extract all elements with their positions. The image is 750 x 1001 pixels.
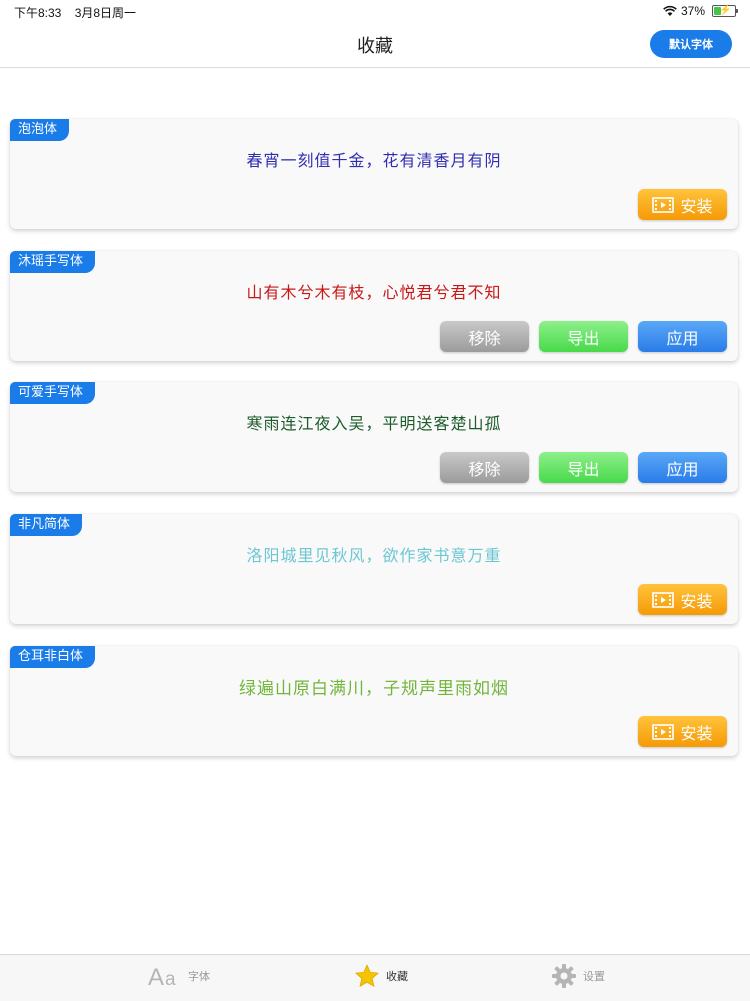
install-button[interactable]: 安装: [638, 584, 727, 615]
export-button[interactable]: 导出: [539, 321, 628, 352]
tab-favorites[interactable]: 收藏: [354, 963, 408, 989]
font-name-tag: 仓耳非白体: [10, 646, 96, 668]
film-icon: [652, 723, 675, 740]
font-card-keai: 可爱手写体 寒雨连江夜入吴，平明送客楚山孤 移除 导出 应用: [10, 382, 738, 492]
battery-icon: ⚡: [712, 5, 738, 17]
tab-bar: A a 字体 收藏 设置: [0, 954, 750, 1001]
page-title: 收藏: [357, 36, 393, 57]
apply-button[interactable]: 应用: [638, 321, 727, 352]
star-icon: [355, 964, 379, 987]
font-sample-text: 山有木兮木有枝，心悦君兮君不知: [246, 283, 502, 302]
wifi-icon: [663, 5, 677, 16]
install-button[interactable]: 安装: [638, 189, 727, 220]
film-icon: [652, 591, 675, 608]
font-sample-text: 春宵一刻值千金，花有清香月有阴: [246, 151, 502, 170]
font-card-paopao: 泡泡体 春宵一刻值千金，花有清香月有阴 安装: [10, 119, 738, 229]
remove-button[interactable]: 移除: [440, 321, 529, 352]
battery-percent: 37%: [680, 4, 705, 18]
gear-icon: [552, 964, 576, 988]
tab-label: 设置: [583, 970, 605, 983]
svg-text:A: A: [148, 964, 164, 989]
install-label: 安装: [680, 198, 713, 216]
film-icon: [652, 196, 675, 213]
font-sample-text: 洛阳城里见秋风，欲作家书意万重: [246, 546, 502, 565]
svg-text:a: a: [165, 969, 176, 989]
tab-fonts[interactable]: A a 字体: [148, 963, 210, 989]
remove-button[interactable]: 移除: [440, 452, 529, 483]
status-time: 下午8:33: [14, 6, 62, 20]
tab-settings[interactable]: 设置: [551, 963, 605, 989]
apply-button[interactable]: 应用: [638, 452, 727, 483]
navigation-bar: 收藏 默认字体: [0, 22, 750, 68]
install-label: 安装: [680, 593, 713, 611]
status-date: 3月8日周一: [74, 6, 137, 20]
font-card-muyao: 沐瑶手写体 山有木兮木有枝，心悦君兮君不知 移除 导出 应用: [10, 251, 738, 361]
font-icon: A a: [148, 964, 176, 989]
font-card-cangerfeibai: 仓耳非白体 绿遍山原白满川，子规声里雨如烟 安装: [10, 646, 738, 756]
font-sample-text: 寒雨连江夜入吴，平明送客楚山孤: [246, 414, 502, 433]
font-card-feifan: 非凡简体 洛阳城里见秋风，欲作家书意万重 安装: [10, 514, 738, 624]
install-button[interactable]: 安装: [638, 716, 727, 747]
font-name-tag: 沐瑶手写体: [10, 251, 96, 273]
install-label: 安装: [680, 725, 713, 743]
tab-label: 字体: [188, 970, 210, 983]
font-name-tag: 可爱手写体: [10, 382, 96, 404]
tab-label: 收藏: [386, 970, 408, 983]
status-bar: 下午8:33 3月8日周一 37% ⚡: [0, 0, 750, 22]
default-font-button[interactable]: 默认字体: [650, 30, 732, 58]
font-name-tag: 非凡简体: [10, 514, 83, 536]
font-name-tag: 泡泡体: [10, 119, 70, 141]
font-sample-text: 绿遍山原白满川，子规声里雨如烟: [239, 679, 509, 699]
export-button[interactable]: 导出: [539, 452, 628, 483]
